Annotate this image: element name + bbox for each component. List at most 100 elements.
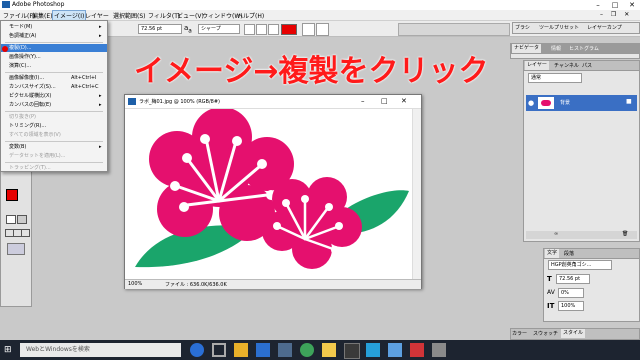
layers-panel: レイヤー チャンネル パス 通常 ● 背景 ■ ∞ 🗑: [523, 60, 640, 242]
image-menu-item: すべての領域を表示(V): [1, 131, 107, 139]
doc-win-close-icon[interactable]: ✕: [401, 97, 407, 105]
vertical-scrollbar[interactable]: [412, 109, 421, 279]
image-menu-item[interactable]: 画像操作(Y)...: [1, 53, 107, 61]
tab-layer-comps[interactable]: レイヤーカンプ: [587, 24, 622, 31]
menu-help[interactable]: ヘルプ(H): [237, 11, 264, 20]
tab-navigator[interactable]: ナビゲータ: [512, 44, 542, 53]
menu-item-shortcut: Alt+Ctrl+C: [71, 84, 99, 90]
file-explorer-icon[interactable]: [234, 343, 248, 357]
store-icon[interactable]: [256, 343, 270, 357]
app-icon-7[interactable]: [432, 343, 446, 357]
menu-file[interactable]: ファイル(F): [3, 11, 35, 20]
image-menu-item[interactable]: ピクセル縦横比(X) ▸: [1, 92, 107, 100]
image-menu-item[interactable]: モード(M) ▸: [1, 23, 107, 31]
tab-swatches[interactable]: スウォッチ: [533, 330, 558, 337]
quickmask-mode-icon[interactable]: [17, 215, 27, 224]
layer-name[interactable]: 背景: [560, 99, 570, 106]
tab-paths[interactable]: パス: [582, 62, 592, 69]
submenu-arrow-icon: ▸: [99, 102, 102, 108]
warp-text-icon[interactable]: [302, 23, 315, 36]
task-view-icon[interactable]: [212, 343, 226, 357]
maximize-icon[interactable]: □: [607, 0, 623, 10]
align-right-icon[interactable]: [268, 24, 279, 35]
doc-minimize-icon[interactable]: –: [600, 11, 603, 18]
vertical-scale-field[interactable]: 100%: [558, 301, 584, 311]
minimize-icon[interactable]: –: [590, 0, 606, 10]
close-icon[interactable]: ✕: [624, 0, 640, 10]
image-menu-item[interactable]: 複製(D)...: [1, 44, 107, 52]
blend-mode-select[interactable]: 通常: [528, 73, 582, 83]
document-canvas[interactable]: [127, 107, 411, 279]
chrome-icon[interactable]: [300, 343, 314, 357]
menu-edit[interactable]: 編集(E): [32, 11, 52, 20]
menu-item-label: すべての領域を表示(V): [9, 132, 61, 138]
tab-layers[interactable]: レイヤー: [525, 61, 549, 70]
font-size-field[interactable]: 72.56 pt: [138, 24, 182, 34]
menu-filter[interactable]: フィルタ(T): [148, 11, 180, 20]
standard-mode-icon[interactable]: [6, 215, 16, 224]
delete-layer-icon[interactable]: 🗑: [622, 231, 628, 237]
palette-toggle-icon[interactable]: [316, 23, 329, 36]
tab-color[interactable]: カラー: [512, 330, 527, 337]
menu-item-label: ピクセル縦横比(X): [9, 93, 52, 99]
app-icon-2[interactable]: [322, 343, 336, 357]
edge-icon[interactable]: [190, 343, 204, 357]
eye-icon[interactable]: ●: [528, 99, 534, 107]
imageready-icon[interactable]: [7, 243, 25, 255]
zoom-level[interactable]: 100%: [128, 281, 142, 287]
menu-item-label: 切り抜き(P): [9, 114, 36, 120]
tracking-field[interactable]: 0%: [558, 288, 584, 298]
antialias-select[interactable]: シャープ: [198, 24, 240, 34]
app-icon-3[interactable]: [344, 343, 360, 359]
tab-channels[interactable]: チャンネル: [554, 62, 579, 69]
panel-font-size-field[interactable]: 72.56 pt: [556, 274, 590, 284]
tab-info[interactable]: 情報: [551, 45, 561, 52]
tab-histogram[interactable]: ヒストグラム: [569, 45, 599, 52]
app-icon-1[interactable]: [278, 343, 292, 357]
tab-tool-presets[interactable]: ツールプリセット: [539, 24, 579, 31]
menu-separator: [5, 162, 103, 163]
taskbar-search-input[interactable]: WebとWindowsを検索: [20, 343, 181, 357]
tab-character[interactable]: 文字: [545, 249, 560, 258]
text-color-swatch[interactable]: [281, 24, 297, 35]
menu-item-shortcut: Alt+Ctrl+I: [71, 75, 97, 81]
foreground-color-swatch[interactable]: [6, 189, 18, 201]
menu-select[interactable]: 選択範囲(S): [113, 11, 146, 20]
link-layers-icon[interactable]: ∞: [554, 231, 558, 237]
click-marker: [2, 46, 8, 52]
doc-win-minimize-icon[interactable]: –: [361, 97, 365, 105]
menu-item-label: カンバスサイズ(S)...: [9, 84, 56, 90]
tab-styles[interactable]: スタイル: [561, 329, 586, 338]
menu-item-label: 画像解像度(I)...: [9, 75, 45, 81]
font-family-select[interactable]: HGP創英角ゴシ...: [548, 260, 612, 270]
doc-restore-icon[interactable]: ❐: [611, 11, 616, 18]
screen-mode-3-icon[interactable]: [21, 229, 30, 237]
app-icon-5[interactable]: [388, 343, 402, 357]
scale-icon: IT: [547, 302, 555, 310]
tab-paragraph[interactable]: 段落: [564, 250, 574, 257]
document-title: ラボ_梅01.jpg @ 100% (RGB/8#): [139, 99, 220, 105]
menu-item-label: 変数(B): [9, 144, 27, 150]
doc-close-icon[interactable]: ✕: [624, 11, 629, 18]
image-menu-item[interactable]: カンバスサイズ(S)... Alt+Ctrl+C: [1, 83, 107, 91]
document-status-bar: 100% ファイル : 636.0K/636.0K: [125, 279, 421, 289]
menu-layer[interactable]: レイヤー: [85, 11, 109, 20]
navigator-panel: ナビゲータ 情報 ヒストグラム: [510, 43, 640, 59]
align-left-icon[interactable]: [244, 24, 255, 35]
layer-row-background[interactable]: ● 背景 ■: [526, 95, 637, 111]
app-icon-6[interactable]: [410, 343, 424, 357]
menu-view[interactable]: ビュー(V): [177, 11, 204, 20]
image-menu-item[interactable]: 色調補正(A) ▸: [1, 32, 107, 40]
image-menu-item[interactable]: 画像解像度(I)... Alt+Ctrl+I: [1, 74, 107, 82]
align-center-icon[interactable]: [256, 24, 267, 35]
doc-win-maximize-icon[interactable]: □: [381, 97, 388, 105]
image-menu-item[interactable]: 変数(B) ▸: [1, 143, 107, 151]
image-menu-item[interactable]: 演算(C)...: [1, 62, 107, 70]
menu-item-label: トラッピング(T)...: [9, 165, 51, 171]
image-menu-item[interactable]: カンバスの回転(E) ▸: [1, 101, 107, 109]
image-menu-item[interactable]: トリミング(R)...: [1, 122, 107, 130]
windows-start-icon[interactable]: ⊞: [4, 345, 14, 355]
app-icon-4[interactable]: [366, 343, 380, 357]
tab-brush[interactable]: ブラシ: [515, 24, 530, 31]
palette-well: [398, 23, 510, 36]
